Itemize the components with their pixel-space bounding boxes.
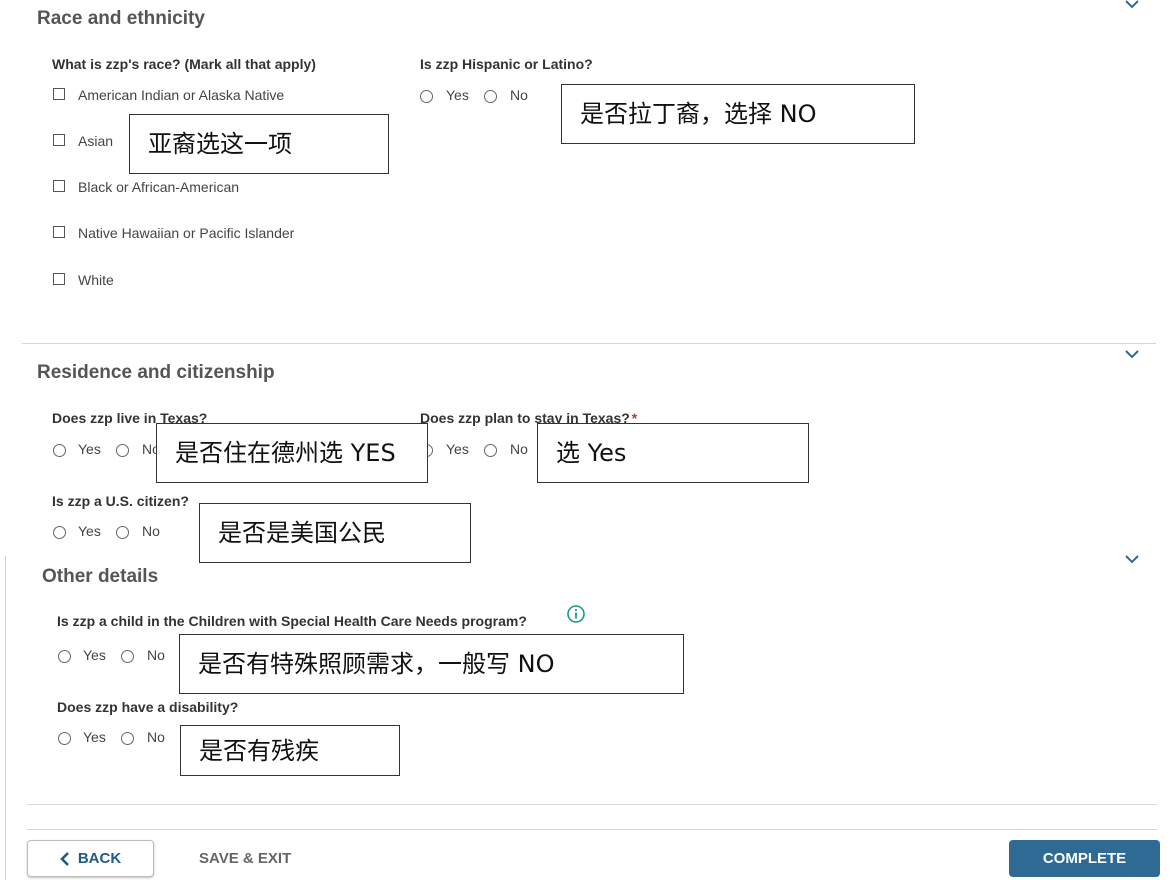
complete-button[interactable]: COMPLETE — [1009, 840, 1160, 877]
annotation-stay-texas: 选 Yes — [537, 423, 809, 483]
race-option-label: White — [78, 272, 114, 288]
other-section-title: Other details — [42, 566, 159, 587]
race-checkbox-asian[interactable] — [53, 134, 65, 146]
hispanic-yes-radio[interactable] — [420, 90, 433, 103]
citizen-yes-label: Yes — [78, 523, 101, 539]
disability-no-label: No — [147, 729, 165, 745]
race-section-title: Race and ethnicity — [37, 8, 205, 29]
annotation-asian: 亚裔选这一项 — [129, 114, 389, 174]
footer-divider — [27, 829, 1157, 830]
special-needs-yes-label: Yes — [83, 647, 106, 663]
disability-yes-radio[interactable] — [58, 732, 71, 745]
citizen-no-label: No — [142, 523, 160, 539]
special-needs-question: Is zzp a child in the Children with Spec… — [57, 613, 527, 629]
disability-yes-label: Yes — [83, 729, 106, 745]
annotation-disability: 是否有残疾 — [180, 725, 400, 776]
race-question: What is zzp's race? (Mark all that apply… — [52, 56, 316, 72]
race-option-label: American Indian or Alaska Native — [78, 87, 285, 103]
chevron-down-icon[interactable] — [1124, 0, 1140, 10]
race-option-label: Black or African-American — [78, 179, 240, 195]
chevron-down-icon[interactable] — [1124, 555, 1140, 565]
live-texas-yes-radio[interactable] — [53, 444, 66, 457]
save-exit-button[interactable]: SAVE & EXIT — [199, 850, 291, 867]
residence-section-title: Residence and citizenship — [37, 362, 275, 383]
back-button[interactable]: BACK — [27, 840, 154, 877]
special-needs-no-label: No — [147, 647, 165, 663]
live-texas-yes-label: Yes — [78, 441, 101, 457]
citizen-question: Is zzp a U.S. citizen? — [52, 493, 189, 509]
chevron-left-icon — [59, 851, 69, 866]
chevron-down-icon[interactable] — [1124, 350, 1140, 360]
race-checkbox-native-hawaiian[interactable] — [53, 226, 65, 238]
disability-no-radio[interactable] — [121, 732, 134, 745]
race-checkbox-american-indian[interactable] — [53, 88, 65, 100]
section-divider — [22, 343, 1156, 344]
race-option-label: Native Hawaiian or Pacific Islander — [78, 225, 295, 241]
citizen-no-radio[interactable] — [116, 526, 129, 539]
special-needs-yes-radio[interactable] — [58, 650, 71, 663]
stay-texas-no-label: No — [510, 441, 528, 457]
hispanic-yes-label: Yes — [446, 87, 469, 103]
hispanic-no-radio[interactable] — [484, 90, 497, 103]
citizen-yes-radio[interactable] — [53, 526, 66, 539]
stay-texas-no-radio[interactable] — [484, 444, 497, 457]
annotation-citizen: 是否是美国公民 — [199, 503, 471, 563]
race-checkbox-black[interactable] — [53, 180, 65, 192]
back-button-label: BACK — [77, 850, 122, 867]
section-divider — [27, 804, 1157, 805]
stay-texas-yes-label: Yes — [446, 441, 469, 457]
annotation-hispanic: 是否拉丁裔，选择 NO — [561, 84, 915, 144]
disability-question: Does zzp have a disability? — [57, 699, 239, 715]
hispanic-no-label: No — [510, 87, 528, 103]
race-checkbox-white[interactable] — [53, 273, 65, 285]
race-option-label: Asian — [78, 133, 114, 149]
annotation-live-texas: 是否住在德州选 YES — [156, 423, 428, 483]
annotation-special-needs: 是否有特殊照顾需求，一般写 NO — [179, 634, 684, 694]
hispanic-question: Is zzp Hispanic or Latino? — [420, 56, 593, 72]
page-edge-line — [5, 556, 6, 880]
special-needs-no-radio[interactable] — [121, 650, 134, 663]
live-texas-no-radio[interactable] — [116, 444, 129, 457]
info-icon[interactable] — [567, 605, 585, 623]
